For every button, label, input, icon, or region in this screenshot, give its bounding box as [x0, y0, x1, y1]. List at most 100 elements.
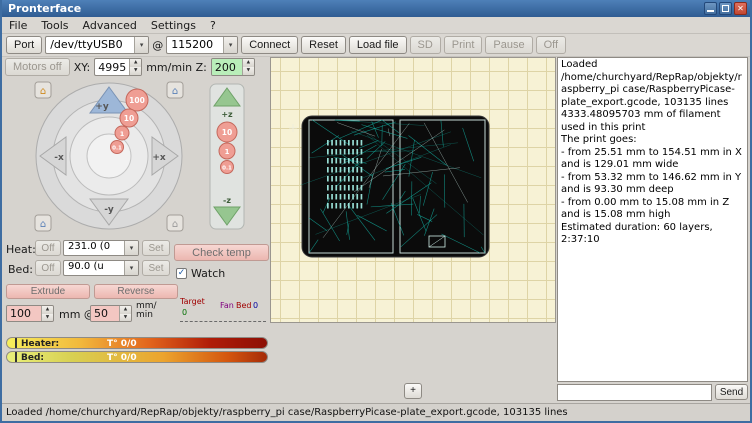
home-icon: ⌂ [40, 219, 46, 230]
xy-feed-label: XY: [74, 61, 91, 74]
heater-temp-value: 231.0 (0 [64, 241, 124, 255]
jog-controls: +y -y -x +x ⌂ ⌂ ⌂ ⌂ [32, 79, 250, 234]
step-100-badge[interactable]: 100 [126, 89, 148, 111]
bed-gauge-label: Bed: [21, 353, 44, 363]
send-button[interactable]: Send [715, 384, 748, 400]
svg-text:10: 10 [124, 114, 134, 123]
pause-button[interactable]: Pause [485, 36, 532, 54]
extrude-speed-input[interactable] [91, 306, 119, 321]
minus-x-label: -x [54, 153, 64, 163]
print-button[interactable]: Print [444, 36, 483, 54]
home-top-left-button[interactable]: ⌂ [35, 82, 51, 98]
load-file-button[interactable]: Load file [349, 36, 407, 54]
log-output[interactable]: Loaded /home/churchyard/RepRap/objekty/r… [557, 57, 748, 382]
spin-up-icon[interactable]: ▲ [120, 306, 131, 314]
chevron-down-icon[interactable]: ▾ [223, 37, 237, 53]
at-label: @ [152, 39, 163, 52]
connect-button[interactable]: Connect [241, 36, 298, 54]
spin-up-icon[interactable]: ▲ [42, 306, 53, 314]
motors-off-button[interactable]: Motors off [5, 58, 70, 76]
port-button[interactable]: Port [6, 36, 42, 54]
chevron-down-icon[interactable]: ▾ [124, 241, 138, 255]
minimize-button[interactable] [704, 2, 717, 15]
step-10-badge[interactable]: 10 [120, 109, 138, 127]
z-step-01-badge[interactable]: 0.1 [221, 161, 234, 174]
menu-tools[interactable]: Tools [34, 18, 75, 33]
heater-off-button[interactable]: Off [35, 240, 61, 256]
z-feedrate-stepper[interactable]: ▲▼ [211, 58, 255, 76]
svg-text:1: 1 [120, 130, 125, 138]
spin-down-icon[interactable]: ▼ [243, 67, 254, 75]
menu-advanced[interactable]: Advanced [76, 18, 144, 33]
xy-feedrate-input[interactable] [95, 59, 129, 75]
menu-help[interactable]: ? [203, 18, 223, 33]
home-icon: ⌂ [40, 86, 46, 97]
gcode-viewer[interactable] [270, 57, 556, 323]
off-button[interactable]: Off [536, 36, 566, 54]
reverse-button[interactable]: Reverse [94, 284, 178, 299]
svg-text:100: 100 [129, 96, 145, 105]
heater-temp-combo[interactable]: 231.0 (0 ▾ [63, 240, 139, 256]
spin-up-icon[interactable]: ▲ [130, 59, 141, 67]
graph-temp-value: 0 [182, 309, 187, 317]
spin-down-icon[interactable]: ▼ [42, 314, 53, 322]
step-1-badge[interactable]: 1 [115, 126, 129, 140]
watch-label: Watch [191, 267, 225, 280]
watch-checkbox[interactable]: ✓ [176, 268, 187, 279]
svg-text:0.1: 0.1 [112, 146, 122, 152]
bed-gauge-marker [15, 352, 17, 363]
extrude-speed-stepper[interactable]: ▲▼ [90, 305, 132, 322]
baud-combo[interactable]: 115200 ▾ [166, 36, 238, 54]
extrude-length-input[interactable] [7, 306, 41, 321]
heat-label: Heat: [6, 243, 36, 256]
home-bottom-left-button[interactable]: ⌂ [35, 215, 51, 231]
xy-feedrate-stepper[interactable]: ▲▼ [94, 58, 142, 76]
window-controls: ✕ [704, 2, 747, 15]
heater-set-button[interactable]: Set [142, 240, 170, 256]
menu-settings[interactable]: Settings [144, 18, 203, 33]
heater-gauge-value: T° 0/0 [107, 339, 137, 349]
bed-set-button[interactable]: Set [142, 260, 170, 276]
jog-ring-01[interactable] [87, 134, 131, 178]
bed-temp-combo[interactable]: 90.0 (u ▾ [63, 260, 139, 276]
z-step-10-badge[interactable]: 10 [217, 122, 237, 142]
menu-file[interactable]: File [2, 18, 34, 33]
titlebar[interactable]: Pronterface ✕ [2, 0, 750, 17]
heater-gauge: Heater: T° 0/0 [6, 337, 268, 349]
status-bar: Loaded /home/churchyard/RepRap/objekty/r… [2, 403, 750, 421]
spin-down-icon[interactable]: ▼ [130, 67, 141, 75]
graph-axis [180, 321, 266, 322]
heater-gauge-marker [15, 338, 17, 349]
control-panel: Motors off XY: ▲▼ mm/min Z: ▲▼ +y -y [2, 57, 270, 403]
maximize-button[interactable] [719, 2, 732, 15]
graph-target-label: Target [180, 298, 205, 306]
chevron-down-icon[interactable]: ▾ [124, 261, 138, 275]
bed-off-button[interactable]: Off [35, 260, 61, 276]
close-button[interactable]: ✕ [734, 2, 747, 15]
reset-button[interactable]: Reset [301, 36, 346, 54]
extrude-length-stepper[interactable]: ▲▼ [6, 305, 54, 322]
bed-gauge: Bed: T° 0/0 [6, 351, 268, 363]
step-01-badge[interactable]: 0.1 [111, 141, 124, 154]
check-temp-button[interactable]: Check temp [174, 244, 269, 261]
chevron-down-icon[interactable]: ▾ [134, 37, 148, 53]
z-step-1-badge[interactable]: 1 [219, 143, 235, 159]
zoom-in-button[interactable]: + [404, 383, 422, 399]
plus-x-label: +x [152, 153, 166, 163]
z-feedrate-input[interactable] [212, 59, 242, 75]
sd-button[interactable]: SD [410, 36, 441, 54]
home-top-right-button[interactable]: ⌂ [167, 82, 183, 98]
minus-z-label: -z [223, 196, 231, 205]
graph-fan-label: Fan [220, 302, 234, 310]
baud-value: 115200 [167, 37, 223, 53]
spin-up-icon[interactable]: ▲ [243, 59, 254, 67]
extrude-button[interactable]: Extrude [6, 284, 90, 299]
port-combo[interactable]: /dev/ttyUSB0 ▾ [45, 36, 149, 54]
plus-y-label: +y [95, 102, 109, 112]
command-input[interactable] [557, 384, 712, 401]
plus-z-label: +z [221, 110, 233, 119]
bed-gauge-value: T° 0/0 [107, 353, 137, 363]
home-bottom-right-button[interactable]: ⌂ [167, 215, 183, 231]
spin-down-icon[interactable]: ▼ [120, 314, 131, 322]
connection-toolbar: Port /dev/ttyUSB0 ▾ @ 115200 ▾ Connect R… [2, 34, 750, 57]
